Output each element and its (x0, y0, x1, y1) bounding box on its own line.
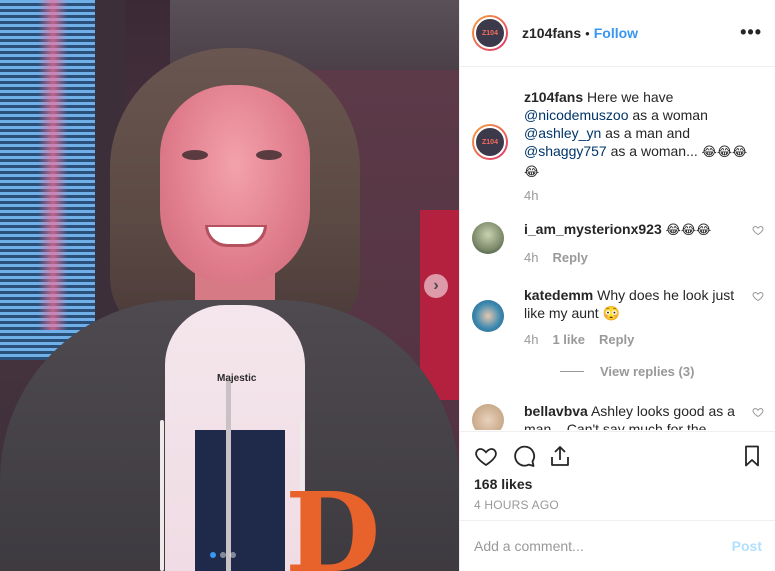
post-header: Z104 z104fans • Follow ••• (460, 0, 775, 67)
caption-text-part: Here we have (587, 89, 674, 105)
comment-input[interactable] (474, 535, 704, 557)
comment-time[interactable]: 4h (524, 332, 538, 347)
view-replies-button[interactable]: View replies (3) (560, 364, 694, 379)
view-replies-label: View replies (3) (600, 364, 695, 379)
photo-navy-shirt (195, 430, 285, 571)
comments-section[interactable]: Z104 z104fans Here we have @nicodemuszoo… (460, 68, 775, 430)
mention-link[interactable]: @ashley_yn (524, 125, 601, 141)
comment-text: 😂😂😂 (665, 223, 712, 238)
commenter-username[interactable]: bellavbva (524, 403, 588, 419)
photo-window-glow (38, 0, 68, 330)
carousel-dot (220, 552, 226, 558)
comment-bubble-icon[interactable] (512, 444, 536, 468)
comment-body: katedemm Why does he look just like my a… (524, 286, 746, 322)
likes-count[interactable]: 168 likes (474, 476, 532, 492)
mention-link[interactable]: @nicodemuszoo (524, 107, 629, 123)
comment-meta: 4h Reply (524, 250, 588, 265)
author-username[interactable]: z104fans (522, 25, 581, 41)
photo-face (160, 85, 310, 285)
caption-avatar-logo: Z104 (474, 126, 506, 158)
carousel-next-button[interactable]: › (424, 274, 448, 298)
commenter-avatar[interactable] (472, 300, 504, 332)
post-actions: 168 likes 4 HOURS AGO Post (460, 431, 775, 571)
caption-username[interactable]: z104fans (524, 89, 583, 105)
carousel-dots (210, 552, 236, 558)
caption-text-part: as a woman... (610, 143, 698, 159)
post-time-ago[interactable]: 4 HOURS AGO (474, 498, 559, 512)
reply-button[interactable]: Reply (599, 332, 634, 347)
carousel-dot (230, 552, 236, 558)
caption-avatar[interactable]: Z104 (472, 124, 508, 160)
like-comment-heart-icon[interactable] (752, 290, 764, 302)
save-bookmark-icon[interactable] (740, 444, 764, 468)
post-comment-button[interactable]: Post (732, 538, 762, 554)
add-comment-bar: Post (460, 520, 775, 571)
comment-time[interactable]: 4h (524, 250, 538, 265)
caption-timestamp[interactable]: 4h (524, 188, 538, 203)
photo-team-logo: D (285, 468, 381, 571)
carousel-dot (210, 552, 216, 558)
comment-body: bellavbva Ashley looks good as a man... … (524, 402, 746, 430)
follow-button[interactable]: Follow (594, 25, 638, 41)
more-options-icon[interactable]: ••• (740, 22, 762, 43)
comment-body: i_am_mysterionx923 😂😂😂 (524, 220, 746, 240)
like-comment-heart-icon[interactable] (752, 224, 764, 236)
commenter-avatar[interactable] (472, 222, 504, 254)
action-icons (474, 444, 764, 470)
photo-zipper (226, 380, 231, 571)
like-comment-heart-icon[interactable] (752, 406, 764, 418)
instagram-post: Majestic D › Z104 z104fans • Follow ••• … (0, 0, 775, 571)
caption-text-part: as a woman (632, 107, 708, 123)
post-side-panel: Z104 z104fans • Follow ••• Z104 z104fans… (459, 0, 775, 571)
photo-eye-left (182, 150, 208, 160)
commenter-username[interactable]: katedemm (524, 287, 593, 303)
comment-likes[interactable]: 1 like (552, 332, 585, 347)
author-avatar-logo: Z104 (474, 17, 506, 49)
caption-text-part: as a man and (605, 125, 690, 141)
header-separator: • (585, 25, 590, 41)
comment-meta: 4h 1 like Reply (524, 332, 634, 347)
photo-drawstring-left (160, 420, 164, 571)
share-upload-icon[interactable] (548, 444, 572, 468)
replies-divider (560, 371, 584, 372)
reply-button[interactable]: Reply (552, 250, 587, 265)
author-avatar[interactable]: Z104 (472, 15, 508, 51)
commenter-username[interactable]: i_am_mysterionx923 (524, 221, 662, 237)
commenter-avatar[interactable] (472, 404, 504, 430)
photo-brand-mark: Majestic (217, 373, 257, 384)
photo-eye-right (256, 150, 282, 160)
photo-red-panel (420, 210, 459, 400)
caption-text: z104fans Here we have @nicodemuszoo as a… (524, 88, 764, 182)
like-heart-icon[interactable] (474, 444, 498, 468)
post-photo[interactable]: Majestic D › (0, 0, 459, 571)
mention-link[interactable]: @shaggy757 (524, 143, 607, 159)
